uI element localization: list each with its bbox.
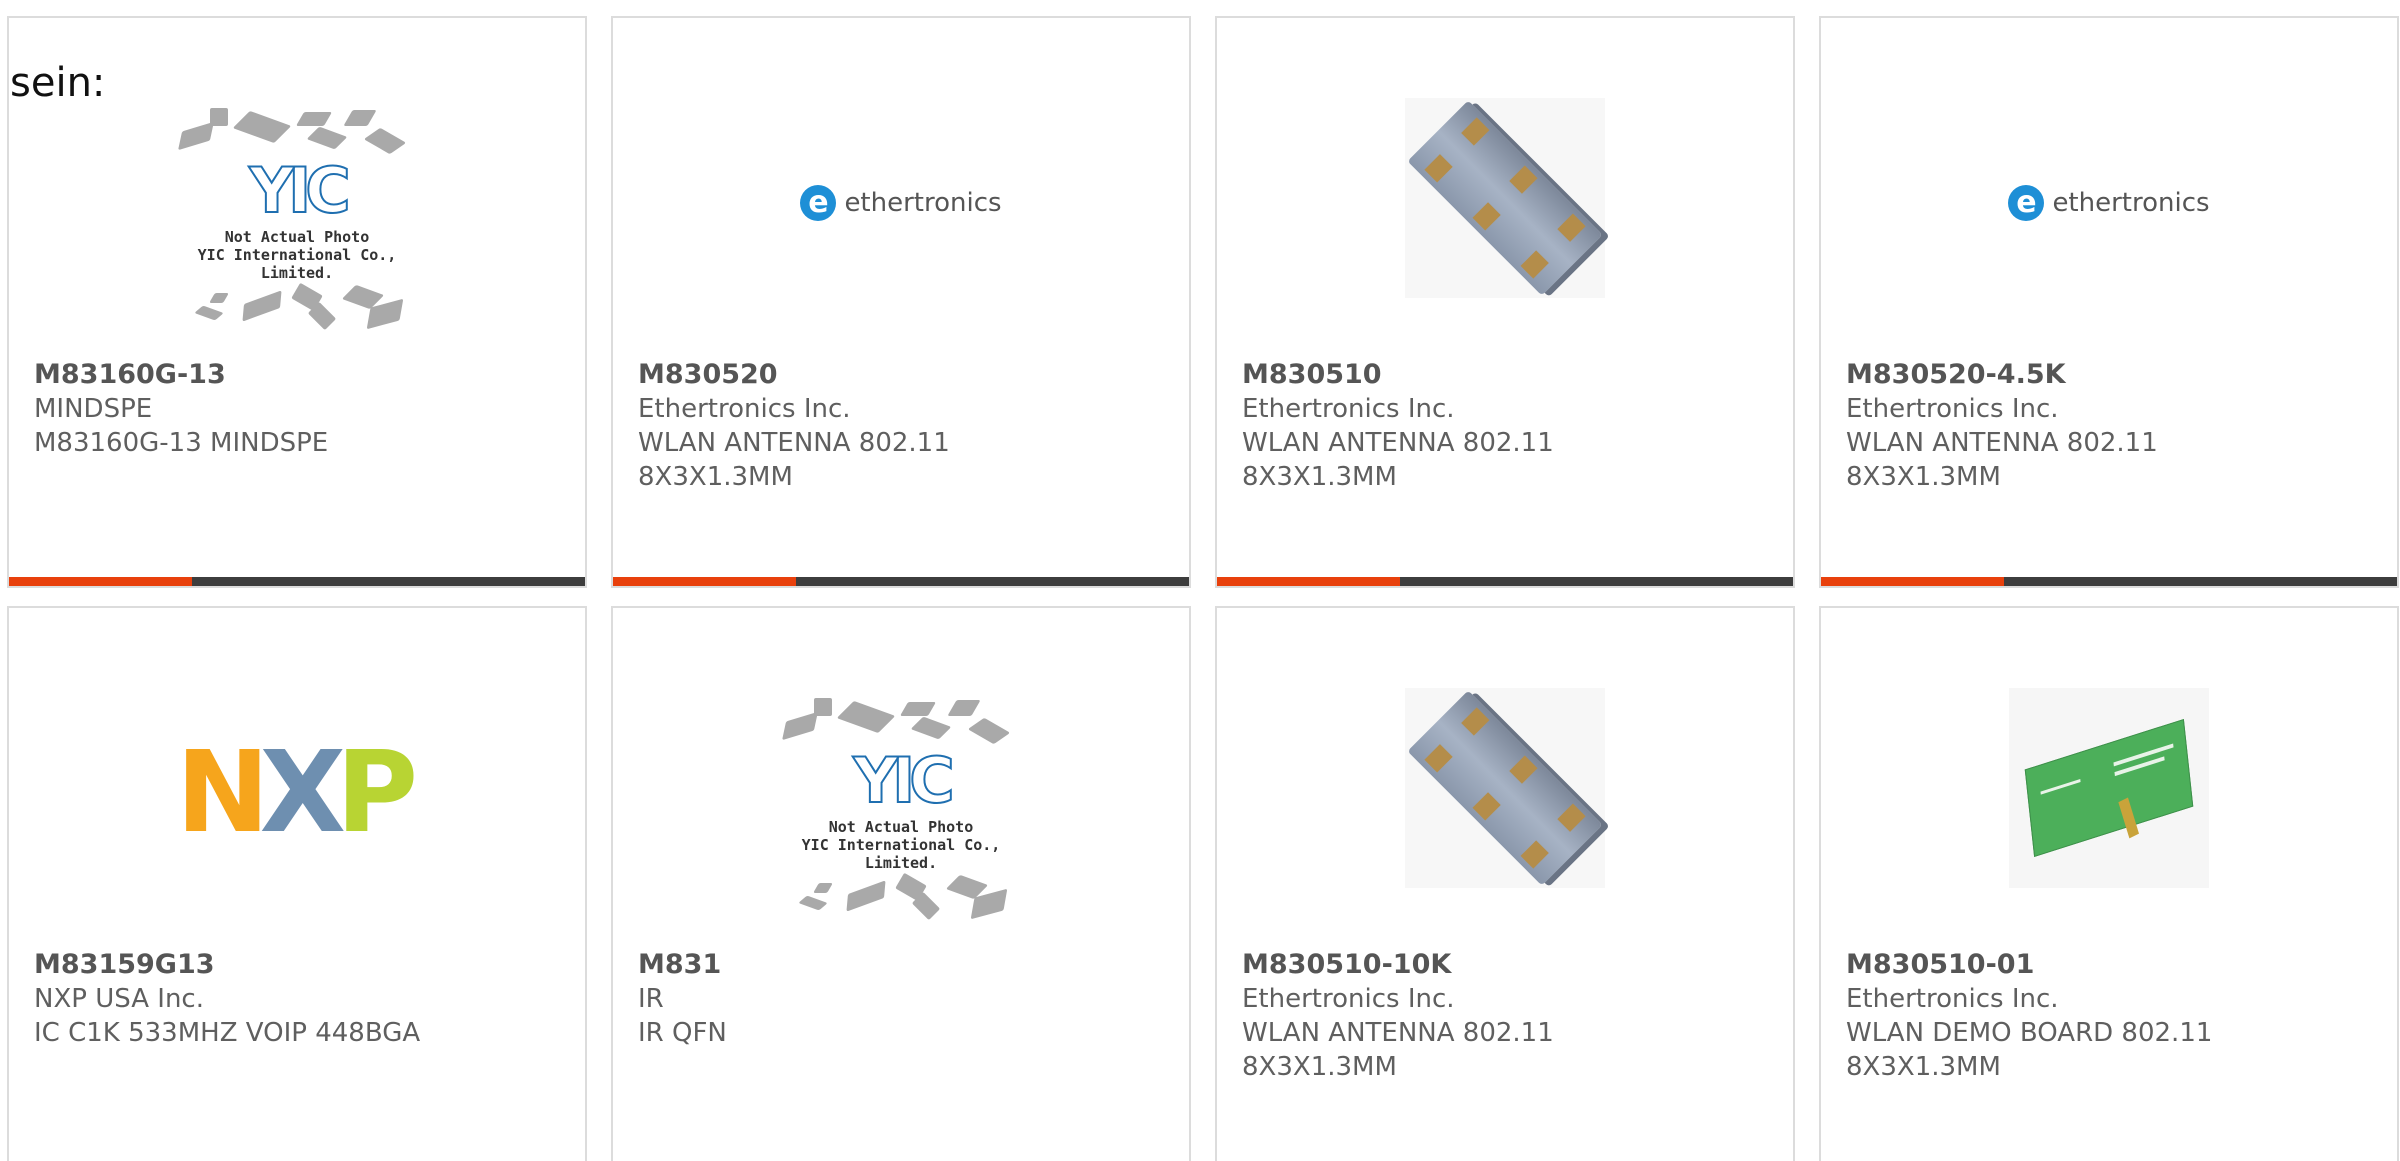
description: WLAN ANTENNA 802.11 bbox=[1242, 1018, 1554, 1048]
manufacturer: MINDSPE bbox=[34, 394, 153, 424]
description: 8X3X1.3MM bbox=[1846, 462, 2001, 492]
product-image[interactable] bbox=[1217, 48, 1793, 348]
yic-logo: YIC bbox=[852, 744, 955, 817]
description: 8X3X1.3MM bbox=[1242, 1052, 1397, 1082]
manufacturer: Ethertronics Inc. bbox=[638, 394, 851, 424]
yic-logo: YIC bbox=[248, 154, 351, 227]
yic-placeholder-image: YIC Not Actual Photo YIC International C… bbox=[766, 688, 1036, 928]
demo-board-image bbox=[2009, 688, 2209, 888]
part-number[interactable]: M830520 bbox=[638, 358, 1169, 392]
product-card[interactable]: e ethertronics M830520 Ethertronics Inc.… bbox=[611, 16, 1191, 588]
part-number[interactable]: M831 bbox=[638, 948, 1169, 982]
description: IC C1K 533MHZ VOIP 448BGA bbox=[34, 1018, 421, 1048]
yic-placeholder-image: YIC Not Actual Photo YIC International C… bbox=[162, 98, 432, 338]
description: M83160G-13 MINDSPE bbox=[34, 428, 329, 458]
card-bottom-bar bbox=[9, 577, 585, 586]
part-number[interactable]: M830510-01 bbox=[1846, 948, 2377, 982]
manufacturer: NXP USA Inc. bbox=[34, 984, 204, 1014]
antenna-chip-image bbox=[1405, 688, 1605, 888]
manufacturer: Ethertronics Inc. bbox=[1242, 984, 1455, 1014]
product-info: M830510 Ethertronics Inc. WLAN ANTENNA 8… bbox=[1242, 358, 1773, 494]
product-card[interactable]: e ethertronics M830520-4.5K Ethertronics… bbox=[1819, 16, 2399, 588]
manufacturer: Ethertronics Inc. bbox=[1846, 984, 2059, 1014]
ethertronics-e-icon: e bbox=[2008, 185, 2045, 221]
product-info: M831 IR IR QFN bbox=[638, 948, 1169, 1050]
product-card[interactable]: sein: YIC Not Actual Photo YIC Internati… bbox=[7, 16, 587, 588]
description: WLAN ANTENNA 802.11 bbox=[1846, 428, 2158, 458]
product-info: M83160G-13 MINDSPE M83160G-13 MINDSPE bbox=[34, 358, 565, 460]
manufacturer: IR bbox=[638, 984, 664, 1014]
product-image[interactable]: N X P bbox=[9, 648, 585, 938]
part-number[interactable]: M830510-10K bbox=[1242, 948, 1773, 982]
card-bottom-bar bbox=[1821, 577, 2397, 586]
card-bottom-bar bbox=[1217, 577, 1793, 586]
part-number[interactable]: M830510 bbox=[1242, 358, 1773, 392]
product-image[interactable] bbox=[1217, 638, 1793, 938]
product-info: M830510-01 Ethertronics Inc. WLAN DEMO B… bbox=[1846, 948, 2377, 1084]
part-number[interactable]: M830520-4.5K bbox=[1846, 358, 2377, 392]
product-card[interactable]: N X P M83159G13 NXP USA Inc. IC C1K 533M… bbox=[7, 606, 587, 1161]
product-info: M830510-10K Ethertronics Inc. WLAN ANTEN… bbox=[1242, 948, 1773, 1084]
ethertronics-logo: e ethertronics bbox=[800, 185, 1002, 221]
product-info: M830520-4.5K Ethertronics Inc. WLAN ANTE… bbox=[1846, 358, 2377, 494]
description: 8X3X1.3MM bbox=[638, 462, 793, 492]
product-card[interactable]: M830510 Ethertronics Inc. WLAN ANTENNA 8… bbox=[1215, 16, 1795, 588]
product-grid-page: sein: YIC Not Actual Photo YIC Internati… bbox=[0, 0, 2400, 1161]
product-info: M830520 Ethertronics Inc. WLAN ANTENNA 8… bbox=[638, 358, 1169, 494]
product-image[interactable]: e ethertronics bbox=[613, 58, 1189, 348]
ethertronics-logo: e ethertronics bbox=[2008, 185, 2210, 221]
product-info: M83159G13 NXP USA Inc. IC C1K 533MHZ VOI… bbox=[34, 948, 565, 1050]
product-image[interactable] bbox=[1821, 638, 2397, 938]
product-card[interactable]: YIC Not Actual Photo YIC International C… bbox=[611, 606, 1191, 1161]
product-image[interactable]: e ethertronics bbox=[1821, 58, 2397, 348]
antenna-chip-image bbox=[1405, 98, 1605, 298]
part-number[interactable]: M83160G-13 bbox=[34, 358, 565, 392]
card-bottom-bar bbox=[613, 577, 1189, 586]
description: 8X3X1.3MM bbox=[1846, 1052, 2001, 1082]
product-image[interactable]: YIC Not Actual Photo YIC International C… bbox=[9, 68, 585, 368]
description: WLAN ANTENNA 802.11 bbox=[1242, 428, 1554, 458]
manufacturer: Ethertronics Inc. bbox=[1242, 394, 1455, 424]
part-number[interactable]: M83159G13 bbox=[34, 948, 565, 982]
description: IR QFN bbox=[638, 1018, 727, 1048]
nxp-logo: N X P bbox=[175, 728, 419, 858]
description: WLAN DEMO BOARD 802.11 bbox=[1846, 1018, 2213, 1048]
product-image[interactable]: YIC Not Actual Photo YIC International C… bbox=[613, 658, 1189, 958]
manufacturer: Ethertronics Inc. bbox=[1846, 394, 2059, 424]
ethertronics-e-icon: e bbox=[800, 185, 837, 221]
description: 8X3X1.3MM bbox=[1242, 462, 1397, 492]
product-card[interactable]: M830510-01 Ethertronics Inc. WLAN DEMO B… bbox=[1819, 606, 2399, 1161]
description: WLAN ANTENNA 802.11 bbox=[638, 428, 950, 458]
product-card[interactable]: M830510-10K Ethertronics Inc. WLAN ANTEN… bbox=[1215, 606, 1795, 1161]
